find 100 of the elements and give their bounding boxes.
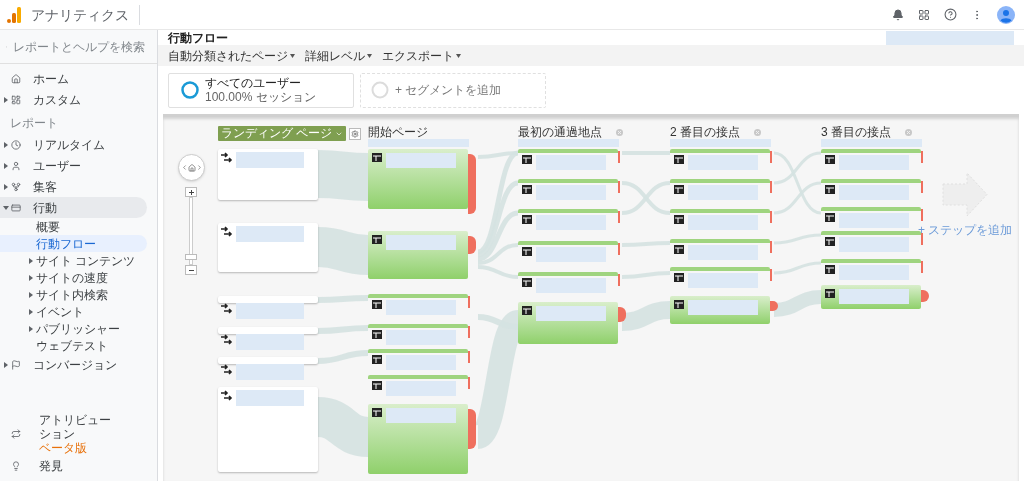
table-icon bbox=[825, 155, 835, 164]
page-name-placeholder bbox=[536, 155, 606, 170]
help-icon[interactable] bbox=[944, 8, 957, 21]
notifications-icon[interactable] bbox=[892, 8, 904, 21]
landing-node[interactable] bbox=[218, 387, 318, 472]
page-name-placeholder bbox=[236, 226, 304, 242]
toolbar-dropdown[interactable]: 詳細レベル bbox=[305, 46, 372, 65]
page-name-placeholder bbox=[236, 364, 304, 380]
search-field[interactable]: レポートとヘルプを検索 bbox=[13, 37, 151, 56]
empty-ring-icon bbox=[371, 81, 389, 99]
page-name-placeholder bbox=[688, 245, 758, 260]
card-icon bbox=[11, 202, 21, 213]
table-icon bbox=[825, 289, 835, 298]
page-node[interactable] bbox=[368, 149, 468, 209]
nav-item[interactable]: 概要 bbox=[0, 218, 147, 235]
nav-item[interactable]: パブリッシャー bbox=[0, 320, 147, 337]
landing-node[interactable] bbox=[218, 149, 318, 200]
page-node[interactable] bbox=[518, 272, 618, 293]
column-title: 2 番目の接点 bbox=[670, 124, 740, 141]
table-icon bbox=[372, 381, 382, 390]
double-arrow-icon bbox=[221, 390, 233, 402]
add-segment-button[interactable]: + セグメントを追加 bbox=[360, 72, 546, 108]
landing-node-bar[interactable] bbox=[218, 327, 318, 334]
nav-item[interactable]: コンバージョン bbox=[0, 354, 147, 375]
page-node[interactable] bbox=[368, 294, 468, 315]
zoom-in-button[interactable] bbox=[185, 187, 197, 197]
section-label: レポート bbox=[9, 116, 59, 130]
page-node[interactable] bbox=[368, 375, 468, 396]
drop-off-bar bbox=[468, 409, 476, 449]
minus-icon bbox=[188, 267, 194, 273]
page-name-placeholder bbox=[386, 355, 456, 370]
nav-item[interactable]: 行動フロー bbox=[0, 235, 147, 252]
table-icon bbox=[674, 300, 684, 309]
page-name-placeholder bbox=[839, 155, 909, 170]
page-node[interactable] bbox=[368, 231, 468, 279]
page-node[interactable] bbox=[821, 207, 921, 228]
nav-item[interactable]: イベント bbox=[0, 303, 147, 320]
page-node[interactable] bbox=[670, 179, 770, 200]
page-node[interactable] bbox=[821, 231, 921, 252]
caret-right-icon bbox=[3, 141, 9, 148]
page-node[interactable] bbox=[821, 149, 921, 170]
page-name-placeholder bbox=[536, 306, 606, 321]
page-name-placeholder bbox=[536, 247, 606, 262]
settings-button[interactable] bbox=[349, 127, 361, 140]
page-name-placeholder bbox=[386, 381, 456, 396]
page-node[interactable] bbox=[518, 209, 618, 230]
apps-grid-icon[interactable] bbox=[918, 8, 930, 21]
page-node[interactable] bbox=[368, 404, 468, 474]
table-icon bbox=[522, 306, 532, 315]
page-name-placeholder bbox=[386, 330, 456, 345]
page-node[interactable] bbox=[368, 349, 468, 370]
column-title: 開始ページ bbox=[368, 124, 428, 141]
nav-item[interactable]: リアルタイム bbox=[0, 134, 147, 155]
nav-item[interactable]: 集客 bbox=[0, 176, 147, 197]
nav-item[interactable]: サイト コンテンツ bbox=[0, 252, 147, 269]
nav-item[interactable]: ウェブテスト bbox=[0, 337, 147, 354]
zoom-out-button[interactable] bbox=[185, 265, 197, 275]
nav-item[interactable]: サイトの速度 bbox=[0, 269, 147, 286]
zoom-slider-thumb[interactable] bbox=[185, 253, 197, 260]
page-name-placeholder bbox=[839, 237, 909, 252]
page-name-placeholder bbox=[688, 155, 758, 170]
double-arrow-icon bbox=[221, 226, 233, 238]
account-avatar[interactable] bbox=[997, 5, 1015, 24]
page-node[interactable] bbox=[821, 259, 921, 280]
page-node[interactable] bbox=[518, 241, 618, 262]
swap-arrows-icon bbox=[11, 429, 21, 439]
landing-node-bar[interactable] bbox=[218, 296, 318, 303]
page-node[interactable] bbox=[821, 179, 921, 200]
double-arrow-icon bbox=[221, 364, 233, 376]
caret-right-icon bbox=[3, 183, 9, 190]
toolbar-dropdown[interactable]: エクスポート bbox=[382, 46, 461, 65]
nav-item[interactable]: サイト内検索 bbox=[0, 286, 147, 303]
table-icon bbox=[372, 355, 382, 364]
nav-item[interactable]: 発見 bbox=[0, 457, 157, 475]
landing-node[interactable] bbox=[218, 223, 318, 272]
nav-item[interactable]: ユーザー bbox=[0, 155, 147, 176]
double-arrow-icon bbox=[221, 303, 233, 315]
segment-card[interactable]: すべてのユーザー 100.00% セッション bbox=[168, 72, 354, 108]
nav-item[interactable]: 行動 bbox=[0, 197, 147, 218]
landing-node-bar[interactable] bbox=[218, 357, 318, 364]
page-node[interactable] bbox=[670, 149, 770, 170]
page-node[interactable] bbox=[518, 179, 618, 200]
home-icon bbox=[11, 73, 21, 84]
page-node[interactable] bbox=[518, 302, 618, 344]
page-name-placeholder bbox=[839, 185, 909, 200]
nav-item[interactable]: アトリビューション ベータ版 bbox=[0, 411, 157, 457]
page-node[interactable] bbox=[670, 296, 770, 324]
page-name-placeholder bbox=[688, 215, 758, 230]
page-node[interactable] bbox=[670, 239, 770, 260]
nav-item[interactable]: カスタム bbox=[0, 89, 157, 110]
toolbar-dropdown[interactable]: 自動分類されたページ bbox=[168, 46, 295, 65]
page-node[interactable] bbox=[518, 149, 618, 170]
table-icon bbox=[372, 330, 382, 339]
page-node[interactable] bbox=[368, 324, 468, 345]
page-node[interactable] bbox=[821, 285, 921, 309]
page-node[interactable] bbox=[670, 209, 770, 230]
drop-off-bar bbox=[770, 301, 778, 311]
table-icon bbox=[372, 300, 382, 309]
page-node[interactable] bbox=[670, 267, 770, 288]
nav-item[interactable]: ホーム bbox=[0, 68, 157, 89]
